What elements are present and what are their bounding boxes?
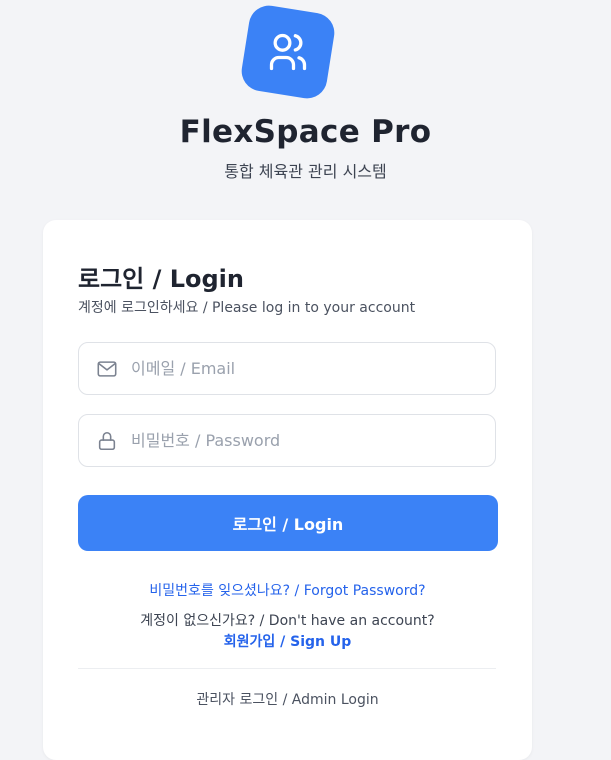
mail-icon bbox=[97, 361, 117, 377]
app-title: FlexSpace Pro bbox=[179, 114, 432, 150]
forgot-password-link[interactable]: 비밀번호를 잊으셨나요? / Forgot Password? bbox=[43, 580, 532, 600]
sign-up-link[interactable]: 회원가입 / Sign Up bbox=[43, 631, 532, 651]
no-account-text: 계정이 없으신가요? / Don't have an account? bbox=[140, 613, 435, 629]
password-input[interactable] bbox=[131, 415, 481, 466]
password-field[interactable] bbox=[78, 414, 496, 467]
admin-login-link[interactable]: 관리자 로그인 / Admin Login bbox=[43, 689, 532, 709]
login-button[interactable]: 로그인 / Login bbox=[78, 495, 498, 551]
app-subtitle: 통합 체육관 관리 시스템 bbox=[224, 162, 387, 181]
app-logo bbox=[238, 2, 338, 102]
login-title: 로그인 / Login bbox=[78, 265, 244, 293]
email-input[interactable] bbox=[131, 343, 481, 394]
users-icon bbox=[269, 33, 307, 71]
login-subtitle: 계정에 로그인하세요 / Please log in to your accou… bbox=[78, 300, 416, 316]
login-card: 로그인 / Login 계정에 로그인하세요 / Please log in t… bbox=[43, 220, 532, 760]
divider bbox=[78, 668, 496, 669]
email-field[interactable] bbox=[78, 342, 496, 395]
lock-icon bbox=[98, 431, 116, 451]
